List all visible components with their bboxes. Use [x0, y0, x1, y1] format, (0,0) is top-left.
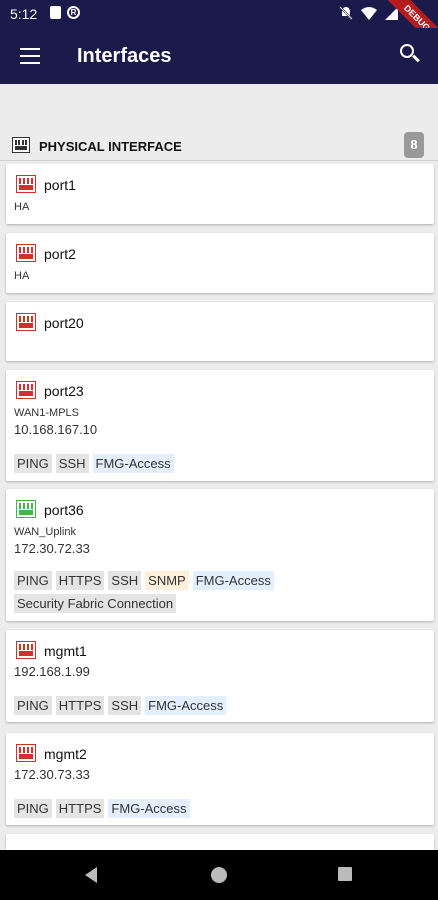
notifications-off-icon: [339, 6, 353, 20]
port-status-icon: [16, 500, 36, 518]
port-status-icon: [16, 381, 36, 399]
access-tags: PING SSH FMG-Access: [14, 454, 424, 473]
access-tag: FMG-Access: [145, 696, 227, 715]
interface-card[interactable]: port20: [6, 302, 434, 361]
access-tag: PING: [14, 799, 52, 818]
app-notification-icon: R: [67, 6, 80, 19]
android-nav-bar: [0, 850, 438, 900]
wifi-icon: [361, 6, 377, 20]
section-count-badge: 8: [404, 132, 424, 158]
interface-alias: HA: [14, 270, 30, 282]
access-tag: SSH: [108, 696, 142, 715]
interface-alias: HA: [14, 201, 30, 213]
access-tag: PING: [14, 454, 52, 473]
port-status-icon: [16, 744, 36, 762]
access-tag: Security Fabric Connection: [14, 594, 177, 613]
interface-name: port2: [44, 246, 76, 262]
menu-icon[interactable]: [20, 48, 40, 64]
interface-name: port1: [44, 177, 76, 193]
recents-icon[interactable]: [338, 867, 352, 881]
interface-ip: 172.30.73.33: [14, 767, 90, 782]
access-tag: PING: [14, 696, 52, 715]
sd-card-icon: [50, 6, 61, 19]
access-tag: FMG-Access: [108, 799, 190, 818]
divider: [0, 160, 438, 161]
status-bar: 5:12 R DEBUG: [0, 0, 438, 56]
access-tag: FMG-Access: [92, 454, 174, 473]
interface-ip: 192.168.1.99: [14, 664, 90, 679]
interface-ip: 10.168.167.10: [14, 422, 98, 437]
access-tags: PING HTTPS FMG-Access: [14, 799, 424, 818]
back-icon[interactable]: [85, 867, 97, 883]
interface-name: port23: [44, 383, 84, 399]
access-tag: HTTPS: [55, 696, 105, 715]
access-tag: FMG-Access: [192, 571, 274, 590]
interface-name: port36: [44, 502, 84, 518]
access-tag: HTTPS: [55, 799, 105, 818]
port-status-icon: [16, 641, 36, 659]
port-status-icon: [16, 244, 36, 262]
port-status-icon: [16, 175, 36, 193]
access-tag: SSH: [108, 571, 142, 590]
interface-card[interactable]: mgmt1 192.168.1.99 PING HTTPS SSH FMG-Access: [6, 630, 434, 722]
port-status-icon: [16, 313, 36, 331]
page-title: Interfaces: [77, 45, 172, 67]
interface-card[interactable]: port23 WAN1-MPLS 10.168.167.10 PING SSH FMG-A…: [6, 370, 434, 481]
section-header-physical[interactable]: PHYSICAL INTERFACE 8: [0, 132, 438, 160]
interface-card[interactable]: port1 HA: [6, 164, 434, 224]
interface-name: mgmt1: [44, 643, 87, 659]
interface-name: mgmt2: [44, 746, 87, 762]
interface-card-partial[interactable]: [6, 834, 434, 850]
access-tags: PING HTTPS SSH FMG-Access: [14, 696, 424, 715]
section-title: PHYSICAL INTERFACE: [39, 139, 182, 154]
port-icon: [12, 137, 30, 153]
home-icon[interactable]: [211, 867, 227, 883]
interface-card[interactable]: port36 WAN_Uplink 172.30.72.33 PING HTTPS SSH…: [6, 489, 434, 621]
access-tags: PING HTTPS SSH SNMP FMG-Access Security Fabri…: [14, 571, 424, 613]
access-tag: SSH: [55, 454, 89, 473]
interface-name: port20: [44, 315, 84, 331]
interface-alias: WAN1-MPLS: [14, 407, 79, 419]
interface-list: PHYSICAL INTERFACE 8 port1 HA port2 HA port2…: [0, 84, 438, 850]
status-time: 5:12: [10, 6, 38, 22]
access-tag: SNMP: [145, 571, 189, 590]
interface-ip: 172.30.72.33: [14, 541, 90, 556]
interface-card[interactable]: mgmt2 172.30.73.33 PING HTTPS FMG-Access: [6, 733, 434, 825]
search-icon[interactable]: [400, 44, 422, 66]
access-tag: PING: [14, 571, 52, 590]
app-bar: Interfaces: [0, 28, 438, 84]
access-tag: HTTPS: [55, 571, 105, 590]
interface-alias: WAN_Uplink: [14, 526, 76, 538]
interface-card[interactable]: port2 HA: [6, 233, 434, 293]
